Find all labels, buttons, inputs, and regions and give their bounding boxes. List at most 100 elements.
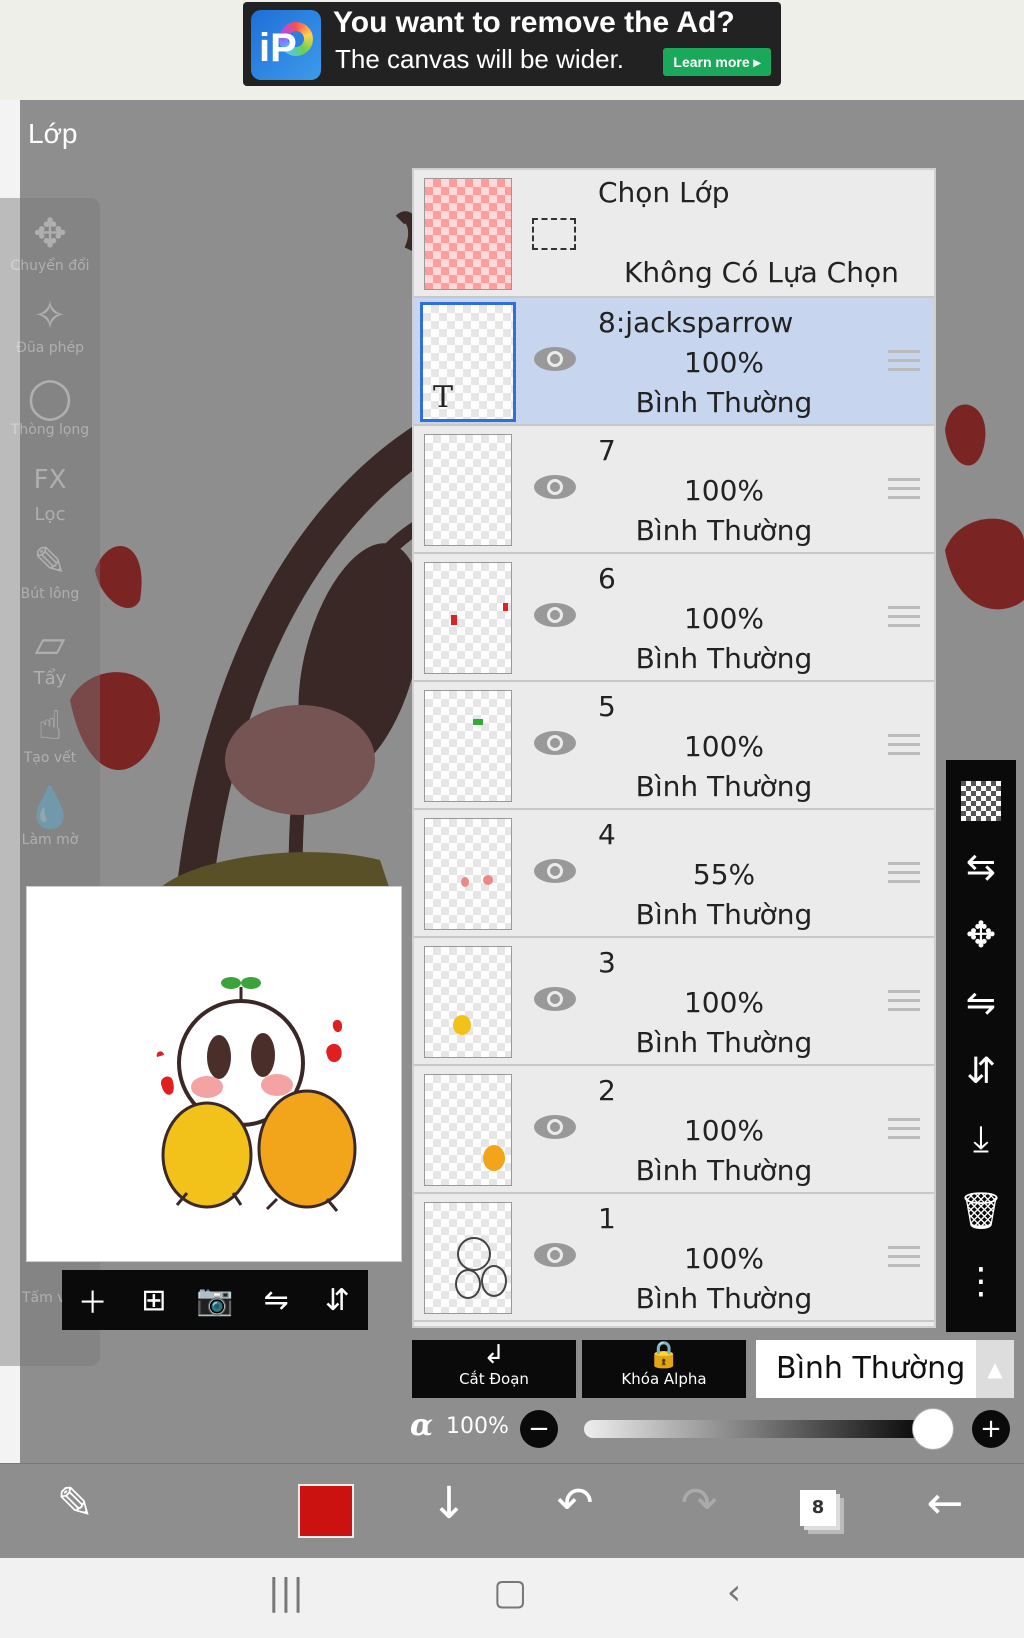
layer-actions-toolbar: ⇆ ✥ ⇋ ⇵ ⤓ 🗑 ⋮: [946, 760, 1016, 1332]
tool-switch-icon[interactable]: ✎: [40, 1478, 110, 1529]
layer-opacity: 100%: [683, 730, 765, 763]
layers-panel[interactable]: Chọn Lớp Không Có Lựa Chọn T 8:jacksparr…: [412, 168, 936, 1328]
ibispaint-logo-icon: iP: [251, 10, 321, 80]
clipping-button[interactable]: ↲ Cắt Đoạn: [412, 1340, 576, 1398]
tool-label: Tẩy: [33, 668, 67, 689]
tool-lasso[interactable]: ◯ Thòng lọng: [0, 374, 100, 438]
tool-label: Bút lông: [20, 586, 80, 602]
learn-more-button[interactable]: Learn more ▸: [663, 48, 771, 76]
visibility-eye-icon[interactable]: [532, 1240, 578, 1270]
flip-vertical-icon[interactable]: ⇵: [946, 1046, 1016, 1098]
ad-banner[interactable]: iP You want to remove the Ad? The canvas…: [243, 2, 781, 86]
drag-handle-icon[interactable]: [888, 606, 920, 628]
layer-blend-mode: Bình Thường: [635, 1282, 813, 1315]
add-image-layer-icon[interactable]: ⊞: [129, 1283, 179, 1318]
canvas-preview[interactable]: [26, 886, 402, 1262]
bottom-toolbar: [0, 1463, 1024, 1558]
layer-name: 6: [598, 562, 616, 595]
drag-handle-icon[interactable]: [888, 734, 920, 756]
add-layer-icon[interactable]: ＋: [68, 1278, 118, 1322]
layer-name: 8:jacksparrow: [598, 306, 794, 339]
thumb-mark: [457, 1237, 491, 1271]
visibility-eye-icon[interactable]: [532, 1112, 578, 1142]
visibility-eye-icon[interactable]: [532, 984, 578, 1014]
layer-row[interactable]: 7 100% Bình Thường: [414, 426, 934, 554]
layer-thumbnail: T: [420, 302, 516, 422]
layer-opacity: 100%: [683, 1114, 765, 1147]
opacity-decrease-button[interactable]: −: [520, 1410, 558, 1448]
layer-row[interactable]: 3 100% Bình Thường: [414, 938, 934, 1066]
opacity-increase-button[interactable]: +: [972, 1410, 1010, 1448]
drag-handle-icon[interactable]: [888, 862, 920, 884]
visibility-eye-icon[interactable]: [532, 856, 578, 886]
thumb-mark: [461, 877, 469, 887]
chevron-up-icon[interactable]: ▲: [976, 1340, 1014, 1398]
layer-row[interactable]: 2 100% Bình Thường: [414, 1066, 934, 1194]
more-options-icon[interactable]: ⋮: [946, 1256, 1016, 1308]
drag-handle-icon[interactable]: [888, 478, 920, 500]
layer-row[interactable]: 6 100% Bình Thường: [414, 554, 934, 682]
layers-count-button[interactable]: 8: [800, 1490, 836, 1526]
home-icon[interactable]: ▢: [480, 1572, 540, 1613]
visibility-eye-icon[interactable]: [532, 472, 578, 502]
selection-layer-row[interactable]: Chọn Lớp Không Có Lựa Chọn: [414, 170, 934, 298]
tool-transform[interactable]: ✥ Chuyển đổi: [0, 210, 100, 274]
back-nav-icon[interactable]: ‹: [704, 1572, 764, 1613]
undo-icon[interactable]: ↶: [540, 1478, 610, 1529]
alpha-lock-label: Khóa Alpha: [621, 1370, 707, 1388]
camera-icon[interactable]: 📷: [190, 1283, 240, 1318]
layer-opacity: 100%: [683, 986, 765, 1019]
flip-vertical-icon[interactable]: ⇵: [312, 1283, 362, 1318]
color-swatch[interactable]: [298, 1484, 354, 1538]
clipping-arrow-icon: ↲: [483, 1340, 505, 1370]
layer-row[interactable]: 1 100% Bình Thường: [414, 1194, 934, 1322]
layer-row[interactable]: 5 100% Bình Thường: [414, 682, 934, 810]
redo-icon[interactable]: ↷: [664, 1478, 734, 1529]
layer-thumbnail: [424, 1074, 512, 1186]
layer-blend-mode: Bình Thường: [635, 1154, 813, 1187]
layer-swap-icon[interactable]: ⇆: [946, 842, 1016, 894]
tool-smudge[interactable]: ☝ Tạo vết: [0, 702, 100, 766]
move-icon: ✥: [33, 211, 67, 257]
layer-thumbnail: [424, 434, 512, 546]
blend-mode-dropdown[interactable]: Bình Thường: [756, 1340, 978, 1398]
flip-horizontal-icon[interactable]: ⇋: [946, 978, 1016, 1030]
alpha-lock-button[interactable]: 🔒 Khóa Alpha: [582, 1340, 746, 1398]
tool-filter[interactable]: FX Lọc: [0, 456, 100, 525]
opacity-slider[interactable]: [584, 1420, 934, 1438]
drag-handle-icon[interactable]: [888, 1118, 920, 1140]
merge-down-icon[interactable]: ⤓: [946, 1114, 1016, 1166]
thumb-mark: [483, 1145, 505, 1171]
preview-artwork: [156, 977, 357, 1212]
tool-label: Chuyển đổi: [10, 258, 90, 274]
thumb-mark: [455, 1269, 481, 1299]
trash-icon[interactable]: 🗑: [946, 1186, 1016, 1238]
tool-blur[interactable]: 💧 Làm mờ: [0, 784, 100, 848]
thumb-mark: [453, 1015, 471, 1035]
layer-row[interactable]: 4 55% Bình Thường: [414, 810, 934, 938]
visibility-eye-icon[interactable]: [532, 728, 578, 758]
opacity-slider-handle[interactable]: [912, 1408, 954, 1450]
text-layer-icon: T: [433, 380, 454, 415]
layer-blend-mode: Bình Thường: [635, 514, 813, 547]
layer-blend-mode: Bình Thường: [635, 1026, 813, 1059]
layer-thumbnail: [424, 690, 512, 802]
visibility-eye-icon[interactable]: [532, 600, 578, 630]
drag-handle-icon[interactable]: [888, 1246, 920, 1268]
recent-apps-icon[interactable]: |||: [256, 1572, 316, 1613]
tool-brush[interactable]: ✎ Bút lông: [0, 538, 100, 602]
lock-icon: 🔒: [647, 1340, 681, 1370]
tool-eraser[interactable]: ▱ Tẩy: [0, 620, 100, 689]
move-layer-icon[interactable]: ✥: [946, 910, 1016, 962]
layer-row[interactable]: T 8:jacksparrow 100% Bình Thường: [414, 298, 934, 426]
back-arrow-icon[interactable]: ←: [910, 1478, 980, 1529]
visibility-eye-icon[interactable]: [532, 344, 578, 374]
drag-handle-icon[interactable]: [888, 990, 920, 1012]
arrow-down-icon[interactable]: ↓: [414, 1478, 484, 1529]
transparency-checker-icon[interactable]: [946, 774, 1016, 826]
thumb-mark: [503, 603, 508, 611]
layer-thumbnail: [424, 1202, 512, 1314]
tool-magic-wand[interactable]: ✧ Đũa phép: [0, 292, 100, 356]
drag-handle-icon[interactable]: [888, 350, 920, 372]
flip-horizontal-icon[interactable]: ⇋: [251, 1283, 301, 1318]
